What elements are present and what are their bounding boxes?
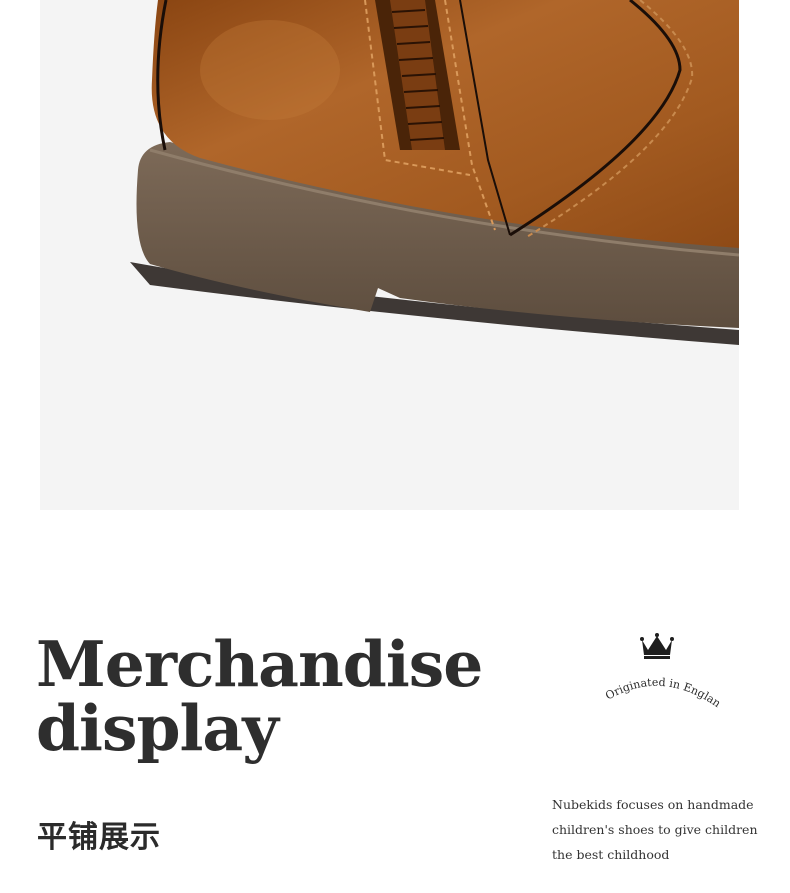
description-line-2: children's shoes to give children (552, 822, 758, 837)
section-heading: Merchandise display (36, 632, 506, 760)
brand-description: Nubekids focuses on handmade children's … (552, 792, 758, 867)
boot-illustration (130, 0, 739, 345)
crown-icon (640, 633, 674, 659)
description-line-1: Nubekids focuses on handmade (552, 797, 754, 812)
description-line-3: the best childhood (552, 847, 670, 862)
chinese-subtitle: 平铺展示 (37, 820, 161, 855)
product-photo (40, 0, 739, 510)
heading-line-2: display (36, 691, 279, 765)
heading-line-1: Merchandise (36, 627, 483, 701)
origin-badge: Originated in England (598, 628, 728, 718)
badge-arc-text: Originated in England (598, 628, 723, 710)
badge-arc-textpath: Originated in England (598, 628, 723, 710)
